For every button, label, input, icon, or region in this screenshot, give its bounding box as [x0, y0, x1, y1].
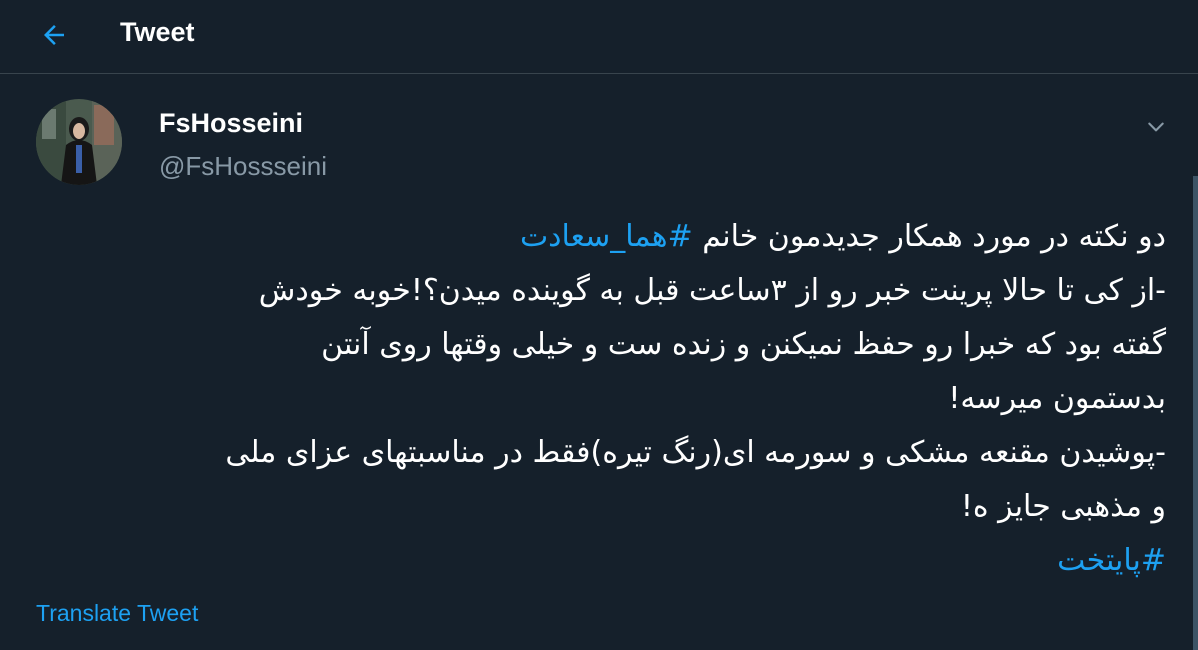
avatar[interactable]: [36, 99, 122, 185]
hashtag-link[interactable]: #پایتخت: [1057, 543, 1166, 578]
header-bar: Tweet: [0, 0, 1198, 74]
tweet-line: دو نکته در مورد همکار جدیدمون خانم #هما_…: [30, 210, 1166, 264]
hashtag-link[interactable]: #هما_سعادت: [520, 219, 693, 254]
author-display-name[interactable]: FsHosseini: [159, 108, 303, 139]
tweet-line-text: دو نکته در مورد همکار جدیدمون خانم: [692, 219, 1166, 254]
author-handle[interactable]: @FsHossseini: [159, 151, 327, 182]
tweet-line: گفته بود که خبرا رو حفظ نمیکنن و زنده ست…: [321, 327, 1166, 362]
chevron-down-icon: [1148, 122, 1164, 132]
arrow-left-icon: [44, 25, 64, 45]
tweet-line: -پوشیدن مقنعه مشکی و سورمه ای(رنگ تیره)ف…: [225, 435, 1166, 470]
tweet-line: -از کی تا حالا پرینت خبر رو از ۳ساعت قبل…: [258, 273, 1166, 308]
back-button[interactable]: [26, 13, 82, 57]
scrollbar[interactable]: [1193, 176, 1198, 650]
page-title: Tweet: [120, 17, 195, 47]
translate-tweet-link[interactable]: Translate Tweet: [36, 600, 198, 627]
tweet-line: #پایتخت: [30, 534, 1166, 588]
tweet-page: Tweet FsHosseini @FsHossseini دو نکته در…: [0, 0, 1198, 650]
more-options-button[interactable]: [1141, 112, 1171, 142]
tweet-text: دو نکته در مورد همکار جدیدمون خانم #هما_…: [30, 210, 1166, 588]
tweet-line: و مذهبی جایز ه!: [960, 489, 1166, 524]
tweet-line: بدستمون میرسه!: [948, 381, 1166, 416]
